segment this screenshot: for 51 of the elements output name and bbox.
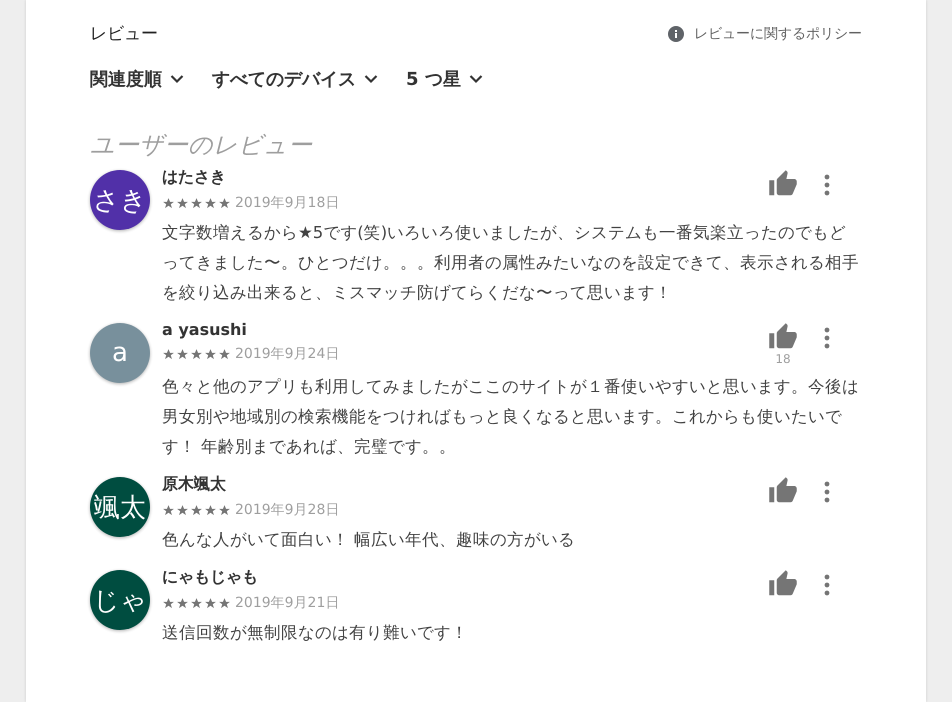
star-icon — [218, 596, 231, 610]
reviewer-name: a yasushi — [162, 320, 248, 339]
more-options-button[interactable] — [824, 326, 830, 350]
avatar: a — [90, 323, 150, 383]
review-text: 色んな人がいて面白い！ 幅広い年代、趣味の方がいる — [162, 529, 576, 551]
caret-icon — [170, 74, 184, 84]
avatar: じゃ — [90, 570, 150, 630]
star-icon — [162, 596, 175, 610]
like-count: 18 — [775, 352, 791, 366]
avatar: さき — [90, 170, 150, 230]
review-text: 色々と他のアプリも利用してみましたがここのサイトが１番使いやすいと思います。今後は男女別や地域別の検索機能をつければもっと良くなると思います。これからも使いたいです！ 年齢別まであれば、完璧です。。 — [162, 376, 860, 458]
review-text: 文字数増えるから★5です(笑)いろいろ使いましたが、システムも一番気楽立ったのでもどってきました〜。ひとつだけ。。。利用者の属性みたいなのを設定できて、表示される相手を絞り込み出来ると、ミスマッチ防げてらくだな〜って思います！ — [162, 222, 860, 304]
filter-dropdown[interactable]: すべてのデバイス — [212, 67, 378, 91]
caret-icon — [364, 74, 378, 84]
reviewer-name: はたさき — [162, 167, 227, 188]
review-date: 2019年9月18日 — [235, 194, 340, 212]
section-title: ユーザーのレビュー — [90, 130, 314, 161]
info-icon — [668, 26, 684, 42]
star-icon — [162, 504, 175, 516]
review-date: 2019年9月24日 — [235, 345, 340, 363]
star-icon — [190, 196, 203, 210]
avatar: 颯太 — [90, 477, 150, 537]
star-icon — [190, 504, 203, 516]
filter-dropdown[interactable]: 関連度順 — [90, 67, 184, 91]
review-date: 2019年9月28日 — [235, 501, 340, 519]
filter-dropdown[interactable]: 5 つ星 — [406, 67, 483, 91]
caret-icon — [468, 74, 483, 84]
more-options-button[interactable] — [824, 173, 830, 197]
review-text: 送信回数が無制限なのは有り難いです！ — [162, 622, 469, 644]
star-icon — [218, 348, 231, 360]
star-icon — [204, 348, 217, 360]
star-icon — [176, 504, 189, 516]
more-options-button[interactable] — [824, 480, 830, 504]
review-date: 2019年9月21日 — [235, 594, 340, 612]
star-icon — [190, 596, 203, 610]
star-icon — [204, 504, 217, 516]
star-icon — [176, 596, 189, 610]
star-icon — [176, 348, 189, 360]
star-icon — [204, 196, 217, 210]
reviewer-name: にゃもじゃも — [162, 567, 259, 588]
star-icon — [176, 196, 189, 210]
reviewer-name: 原木颯太 — [162, 474, 227, 495]
policy-link[interactable]: レビューに関するポリシー — [668, 24, 862, 42]
reviews-heading: レビュー — [90, 23, 158, 45]
more-options-button[interactable] — [824, 573, 830, 597]
star-icon — [162, 348, 175, 360]
star-icon — [190, 348, 203, 360]
star-icon — [162, 196, 175, 210]
star-icon — [218, 504, 231, 516]
star-icon — [204, 596, 217, 610]
star-icon — [218, 196, 231, 210]
